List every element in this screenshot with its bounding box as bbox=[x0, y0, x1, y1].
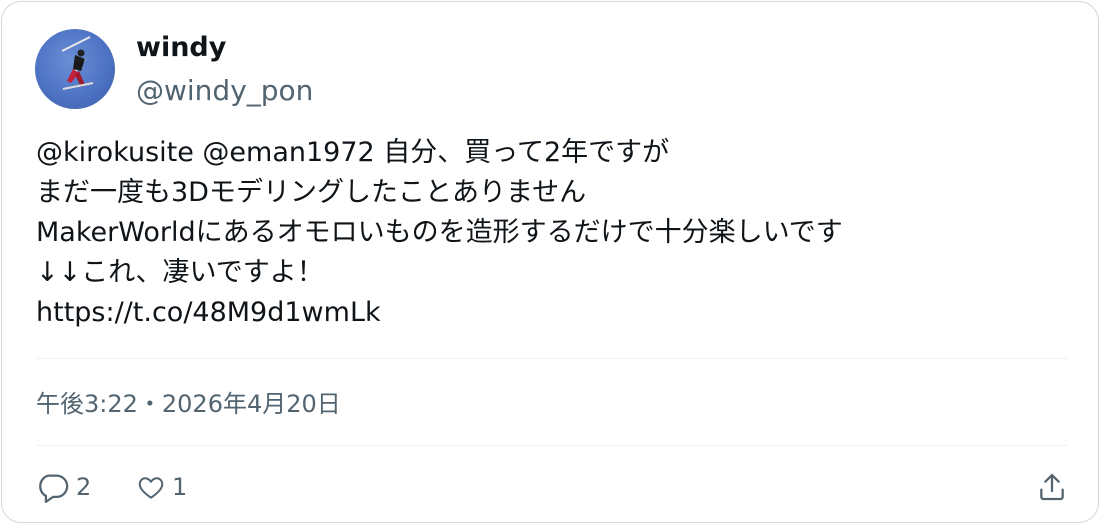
divider bbox=[36, 445, 1068, 446]
tweet-text-line: ↓↓これ、凄いですよ！ bbox=[36, 257, 324, 288]
divider bbox=[36, 358, 1068, 359]
action-bar: 2 1 bbox=[36, 466, 1068, 508]
reply-icon bbox=[39, 474, 69, 504]
like-button[interactable]: 1 bbox=[136, 466, 187, 508]
heart-icon bbox=[138, 477, 164, 499]
tweet-card[interactable]: windy @windy_pon @kirokusite @eman1972 自… bbox=[1, 1, 1099, 523]
share-button[interactable] bbox=[1036, 466, 1068, 508]
avatar-image bbox=[61, 36, 94, 90]
tweet-text: @kirokusite @eman1972 自分、買って2年ですが まだ一度も3… bbox=[36, 133, 1076, 333]
avatar[interactable] bbox=[35, 29, 115, 109]
tweet-link[interactable]: https://t.co/48M9d1wmLk bbox=[36, 293, 1076, 333]
tweet-timestamp[interactable]: 午後3:22・2026年4月20日 bbox=[36, 386, 341, 422]
like-count: 1 bbox=[172, 473, 188, 501]
tweet-text-line: MakerWorldにあるオモロいものを造形するだけで十分楽しいです bbox=[36, 217, 843, 248]
author-display-name[interactable]: windy bbox=[136, 30, 226, 66]
reply-button[interactable]: 2 bbox=[36, 466, 91, 508]
tweet-text-line: @kirokusite @eman1972 自分、買って2年ですが bbox=[36, 137, 670, 168]
reply-count: 2 bbox=[76, 473, 92, 501]
author-handle[interactable]: @windy_pon bbox=[136, 72, 313, 110]
share-icon bbox=[1040, 473, 1064, 501]
tweet-text-line: まだ一度も3Dモデリングしたことありません bbox=[36, 177, 587, 208]
